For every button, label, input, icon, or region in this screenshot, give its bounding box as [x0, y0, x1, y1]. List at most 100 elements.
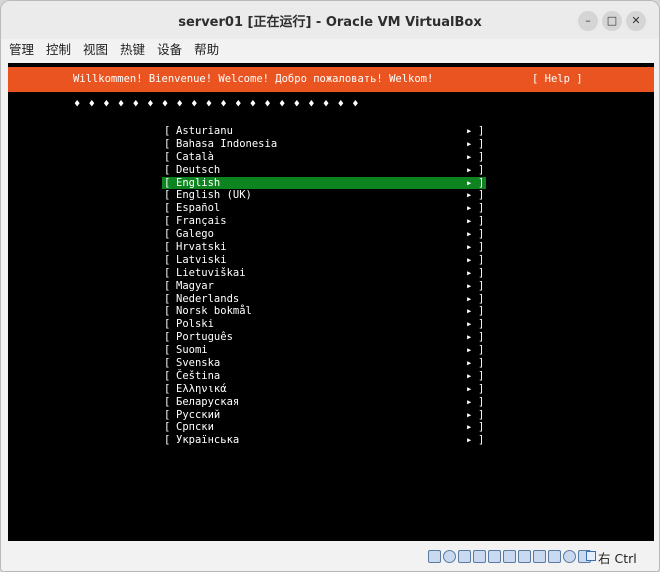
status-bar: 右 Ctrl	[1, 543, 659, 571]
language-option[interactable]: [Galego ▸]	[162, 228, 486, 241]
bracket-open: [	[164, 344, 171, 357]
language-option[interactable]: [Português ▸]	[162, 331, 486, 344]
arrow-right-icon: ▸	[466, 357, 473, 370]
recording-icon[interactable]	[533, 550, 546, 563]
language-option[interactable]: [Català ▸]	[162, 151, 486, 164]
language-option[interactable]: [Čeština ▸]	[162, 370, 486, 383]
language-option[interactable]: [Bahasa Indonesia ▸]	[162, 138, 486, 151]
virtualbox-window: server01 [正在运行] - Oracle VM VirtualBox –…	[0, 0, 660, 572]
language-label: Français	[176, 215, 227, 228]
bracket-close: ]	[478, 318, 485, 331]
arrow-right-icon: ▸	[466, 215, 473, 228]
bracket-close: ]	[478, 189, 485, 202]
bracket-open: [	[164, 331, 171, 344]
language-option[interactable]: [English ▸]	[162, 176, 486, 190]
shared-folder-icon[interactable]	[503, 550, 516, 563]
language-option[interactable]: [Српски ▸]	[162, 421, 486, 434]
language-option[interactable]: [Suomi ▸]	[162, 344, 486, 357]
language-label: Lietuviškai	[176, 266, 246, 279]
bracket-close: ]	[478, 253, 485, 266]
arrow-right-icon: ▸	[466, 395, 473, 408]
arrow-right-icon: ▸	[466, 382, 473, 395]
installer-header: Willkommen! Bienvenue! Welcome! Добро по…	[8, 67, 654, 92]
bracket-open: [	[164, 305, 171, 318]
bracket-open: [	[164, 137, 171, 150]
language-option[interactable]: [Polski ▸]	[162, 318, 486, 331]
bracket-close: ]	[478, 241, 485, 254]
bracket-open: [	[164, 189, 171, 202]
language-label: Русский	[176, 408, 221, 421]
minimize-button[interactable]: –	[578, 11, 598, 31]
language-label: Bahasa Indonesia	[176, 137, 278, 150]
language-option[interactable]: [Latviski ▸]	[162, 254, 486, 267]
hard-disk-icon[interactable]	[428, 550, 441, 563]
arrow-right-icon: ▸	[466, 318, 473, 331]
bracket-close: ]	[478, 150, 485, 163]
language-option[interactable]: [Français ▸]	[162, 215, 486, 228]
cpu-icon[interactable]	[548, 550, 561, 563]
menu-devices[interactable]: 设备	[153, 40, 186, 60]
language-option[interactable]: [Asturianu ▸]	[162, 125, 486, 138]
bracket-close: ]	[478, 125, 485, 137]
language-option[interactable]: [Magyar ▸]	[162, 280, 486, 293]
arrow-right-icon: ▸	[466, 253, 473, 266]
language-label: Беларуская	[176, 395, 240, 408]
help-button[interactable]: [ Help ]	[532, 73, 583, 85]
language-label: Ελληνικά	[176, 382, 227, 395]
menu-manage[interactable]: 管理	[5, 40, 38, 60]
language-label: Čeština	[176, 369, 221, 382]
bracket-close: ]	[478, 137, 485, 150]
close-button[interactable]: ✕	[626, 11, 646, 31]
bracket-close: ]	[478, 434, 485, 447]
network-icon[interactable]	[473, 550, 486, 563]
menu-view[interactable]: 视图	[79, 40, 112, 60]
bracket-open: [	[164, 163, 171, 176]
language-label: Hrvatski	[176, 241, 227, 254]
bracket-close: ]	[478, 176, 485, 189]
bracket-close: ]	[478, 279, 485, 292]
language-option[interactable]: [Беларуская ▸]	[162, 396, 486, 409]
menu-control[interactable]: 控制	[42, 40, 75, 60]
language-label: Português	[176, 331, 233, 344]
menu-help[interactable]: 帮助	[190, 40, 223, 60]
bracket-open: [	[164, 408, 171, 421]
arrow-right-icon: ▸	[466, 279, 473, 292]
bracket-close: ]	[478, 305, 485, 318]
arrow-right-icon: ▸	[466, 369, 473, 382]
language-option[interactable]: [Svenska ▸]	[162, 357, 486, 370]
language-option[interactable]: [Русский ▸]	[162, 409, 486, 422]
audio-icon[interactable]	[458, 550, 471, 563]
bracket-open: [	[164, 266, 171, 279]
optical-drive-icon[interactable]	[443, 550, 456, 563]
language-option[interactable]: [Ελληνικά ▸]	[162, 383, 486, 396]
vm-console-screen[interactable]: Willkommen! Bienvenue! Welcome! Добро по…	[8, 63, 654, 541]
usb-icon[interactable]	[488, 550, 501, 563]
language-label: Español	[176, 202, 221, 215]
language-option[interactable]: [Hrvatski ▸]	[162, 241, 486, 254]
language-option[interactable]: [English (UK) ▸]	[162, 189, 486, 202]
mouse-integration-icon[interactable]	[563, 550, 576, 563]
language-option[interactable]: [Українська ▸]	[162, 434, 486, 447]
status-icons	[428, 550, 591, 566]
menu-hotkeys[interactable]: 热键	[116, 40, 149, 60]
arrow-right-icon: ▸	[466, 176, 473, 189]
language-option[interactable]: [Español ▸]	[162, 202, 486, 215]
language-label: Polski	[176, 318, 214, 331]
arrow-right-icon: ▸	[466, 421, 473, 434]
arrow-right-icon: ▸	[466, 266, 473, 279]
display-icon[interactable]	[518, 550, 531, 563]
arrow-right-icon: ▸	[466, 189, 473, 202]
language-label: Suomi	[176, 344, 208, 357]
maximize-button[interactable]: □	[602, 11, 622, 31]
bracket-open: [	[164, 202, 171, 215]
language-option[interactable]: [Deutsch ▸]	[162, 164, 486, 177]
host-key-label[interactable]: 右 Ctrl	[598, 548, 637, 567]
bracket-close: ]	[478, 215, 485, 228]
language-option[interactable]: [Norsk bokmål ▸]	[162, 305, 486, 318]
arrow-right-icon: ▸	[466, 125, 473, 137]
language-label: English	[176, 176, 221, 189]
language-label: Svenska	[176, 357, 221, 370]
title-bar[interactable]: server01 [正在运行] - Oracle VM VirtualBox –…	[1, 1, 659, 40]
language-option[interactable]: [Nederlands ▸]	[162, 293, 486, 306]
language-option[interactable]: [Lietuviškai ▸]	[162, 267, 486, 280]
